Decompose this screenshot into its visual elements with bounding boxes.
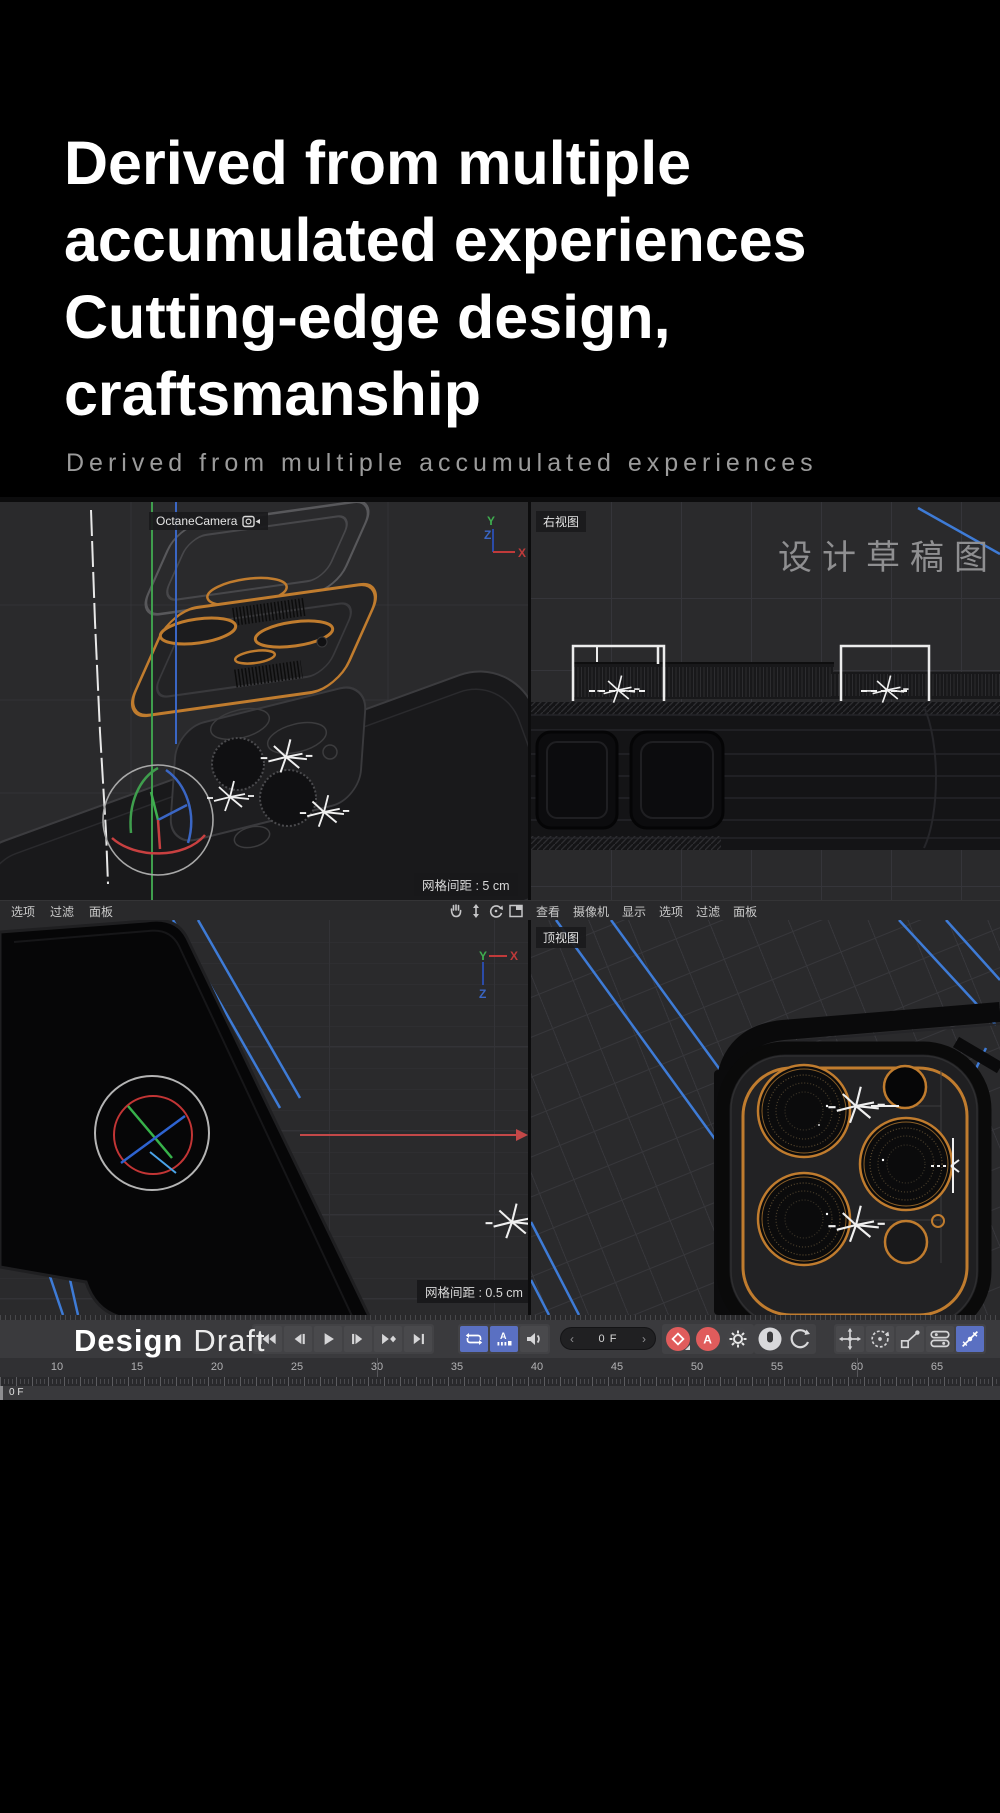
svg-text:Z: Z <box>479 987 486 1001</box>
record-pla-button[interactable] <box>956 1326 984 1352</box>
pan-hand-icon[interactable] <box>448 903 464 919</box>
keyframe-rotation-button[interactable] <box>786 1326 814 1352</box>
viewport-name-label[interactable]: 顶视图 <box>536 927 586 948</box>
grid-spacing-label: 网格间距 : 5 cm <box>414 873 518 896</box>
ruler-tick-label: 25 <box>285 1361 309 1373</box>
viewport-top-view[interactable]: 顶视图 <box>531 920 1000 1315</box>
view-tools <box>448 903 524 919</box>
camera-lens <box>260 770 316 826</box>
viewport-menubar: 选项 过滤 面板 <box>0 900 1000 920</box>
loop-button[interactable] <box>460 1326 488 1352</box>
svg-text:A: A <box>500 1331 507 1341</box>
timeline-ticks[interactable] <box>0 1377 1000 1386</box>
ruler-tick-label: 45 <box>605 1361 629 1373</box>
page-subtitle: Derived from multiple accumulated experi… <box>66 449 818 478</box>
svg-text:A: A <box>703 1333 712 1347</box>
autokey-button[interactable]: A <box>694 1326 722 1352</box>
menu-item[interactable]: 过滤 <box>50 903 74 920</box>
keyframe-settings-button[interactable] <box>724 1326 752 1352</box>
ruler-tick-label: 65 <box>925 1361 949 1373</box>
next-frame-button[interactable] <box>344 1326 372 1352</box>
keyframe-record-group: A <box>662 1324 754 1354</box>
key-mode-group <box>754 1324 816 1354</box>
ruler-tick-label: 20 <box>205 1361 229 1373</box>
page: Derived from multiple accumulated experi… <box>0 0 1000 1813</box>
menu-item[interactable]: 面板 <box>733 903 757 920</box>
ruler-tick-label: 10 <box>45 1361 69 1373</box>
playback-toggles: A <box>458 1324 550 1354</box>
c4d-workspace: OctaneCamera Y Z X 网格间距 : 5 cm <box>0 497 1000 1400</box>
frame-value: 0 F <box>599 1333 618 1345</box>
viewport-perspective[interactable]: OctaneCamera Y Z X 网格间距 : 5 cm <box>0 502 528 900</box>
ruler-tick-label: 35 <box>445 1361 469 1373</box>
title-line-3: Cutting-edge design, <box>64 279 807 356</box>
frame-decrement[interactable]: ‹ <box>570 1333 574 1345</box>
transport-controls <box>252 1324 434 1354</box>
record-rotation-button[interactable] <box>866 1326 894 1352</box>
menu-item[interactable]: 面板 <box>89 903 113 920</box>
record-keyframe-button[interactable] <box>664 1326 692 1352</box>
timeline-status-bar: 0 F <box>0 1386 1000 1400</box>
previous-frame-button[interactable] <box>284 1326 312 1352</box>
record-scale-button[interactable] <box>896 1326 924 1352</box>
viewport-name-label[interactable]: 右视图 <box>536 511 586 532</box>
menu-item[interactable]: 过滤 <box>696 903 720 920</box>
ruler-tick-label: 15 <box>125 1361 149 1373</box>
lidar-circle <box>885 1221 927 1263</box>
design-draft-title: Design Draft <box>74 1323 266 1359</box>
top-view-scene <box>531 920 1000 1315</box>
keyframe-track-button[interactable]: A <box>490 1326 518 1352</box>
front-view-scene <box>0 920 528 1315</box>
sound-button[interactable] <box>520 1326 548 1352</box>
menu-item[interactable]: 选项 <box>659 903 683 920</box>
axis-gizmo: Y X Z <box>476 948 528 1004</box>
dolly-arrows-icon[interactable] <box>468 903 484 919</box>
title-line-4: craftsmanship <box>64 356 807 433</box>
title-light: Draft <box>193 1323 265 1358</box>
svg-text:X: X <box>518 546 526 560</box>
rotate-view-icon[interactable] <box>488 903 504 919</box>
design-draft-watermark: 设计草稿图 <box>778 530 998 579</box>
menu-item[interactable]: 查看 <box>536 903 560 920</box>
keyframe-selection-button[interactable] <box>756 1326 784 1352</box>
current-frame-readout: 0 F <box>9 1387 23 1398</box>
record-parameter-button[interactable] <box>926 1326 954 1352</box>
title-line-1: Derived from multiple <box>64 125 807 202</box>
record-position-button[interactable] <box>836 1326 864 1352</box>
menu-item[interactable]: 摄像机 <box>573 903 609 920</box>
playhead-marker[interactable] <box>0 1386 3 1400</box>
menu-item[interactable]: 显示 <box>622 903 646 920</box>
svg-text:Y: Y <box>479 949 487 963</box>
next-key-button[interactable] <box>374 1326 402 1352</box>
play-button[interactable] <box>314 1326 342 1352</box>
camera-label[interactable]: OctaneCamera <box>149 512 268 530</box>
current-frame-field[interactable]: ‹ 0 F › <box>560 1327 656 1350</box>
camera-icon <box>242 515 261 528</box>
ruler-tick-label: 55 <box>765 1361 789 1373</box>
ruler-tick-label: 40 <box>525 1361 549 1373</box>
right-viewport-menu: 查看 摄像机 显示 选项 过滤 面板 <box>536 901 757 921</box>
page-title: Derived from multiple accumulated experi… <box>64 125 807 433</box>
grid-spacing-label: 网格间距 : 0.5 cm <box>417 1280 528 1303</box>
go-to-end-button[interactable] <box>404 1326 432 1352</box>
title-bold: Design <box>74 1323 183 1358</box>
ruler-tick-label: 50 <box>685 1361 709 1373</box>
maximize-view-icon[interactable] <box>508 903 524 919</box>
menu-item[interactable]: 选项 <box>11 903 35 920</box>
timeline-ruler[interactable]: 10 15 20 25 30 35 40 45 50 55 60 65 <box>0 1358 1000 1377</box>
frame-increment[interactable]: › <box>642 1333 646 1345</box>
left-viewport-menu: 选项 过滤 面板 <box>11 901 113 921</box>
viewport-right-view[interactable]: 右视图 设计草稿图 <box>531 502 1000 900</box>
viewport-front-view[interactable]: Y X Z 网格间距 : 0.5 cm <box>0 920 528 1315</box>
axis-gizmo: Y Z X <box>484 512 528 566</box>
camera-lens <box>212 738 264 790</box>
svg-text:Y: Y <box>487 514 495 528</box>
perspective-scene <box>0 502 528 900</box>
svg-text:X: X <box>510 949 518 963</box>
title-line-2: accumulated experiences <box>64 202 807 279</box>
svg-text:Z: Z <box>484 528 491 542</box>
channel-record-group <box>834 1324 986 1354</box>
flash-circle <box>884 1066 926 1108</box>
